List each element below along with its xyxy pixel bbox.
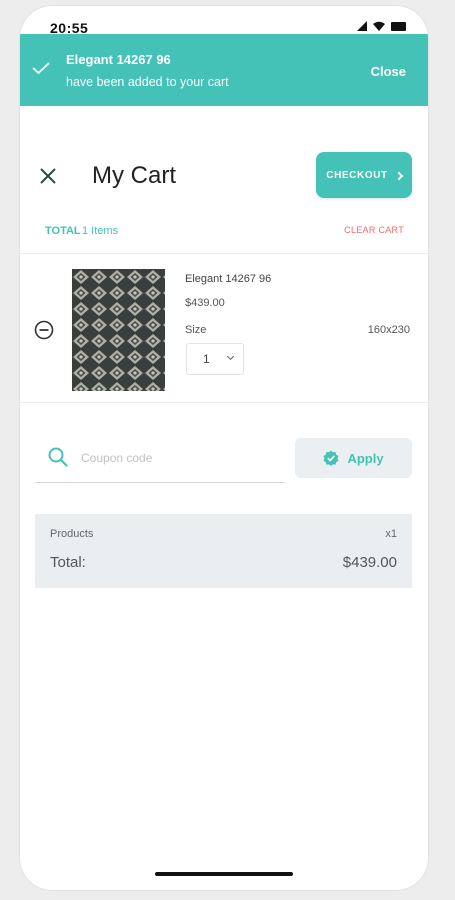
apply-label: Apply (347, 450, 384, 466)
search-icon (48, 447, 68, 467)
added-to-cart-toast: Elegant 14267 96 have been added to your… (20, 34, 428, 106)
verified-badge-icon (323, 450, 339, 466)
quantity-value: 1 (203, 352, 210, 366)
total-label: Total: (50, 554, 86, 571)
chevron-down-icon (226, 352, 235, 361)
status-icons (357, 21, 406, 31)
divider (20, 253, 428, 254)
toast-message: have been added to your cart (66, 75, 229, 89)
battery-icon (391, 21, 406, 31)
order-summary: Products x1 Total: $439.00 (35, 514, 412, 588)
home-indicator[interactable] (155, 872, 293, 876)
remove-item-icon[interactable] (34, 320, 54, 340)
apply-button[interactable]: Apply (295, 438, 412, 478)
toast-close-button[interactable]: Close (371, 64, 406, 79)
divider (20, 402, 428, 403)
coupon-field (35, 438, 285, 483)
quantity-select[interactable]: 1 (186, 343, 244, 375)
toast-title: Elegant 14267 96 (66, 52, 171, 67)
size-value: 160x230 (367, 324, 410, 336)
chevron-right-icon (394, 171, 403, 180)
size-label: Size (185, 324, 207, 336)
coupon-input[interactable] (81, 447, 276, 469)
products-count: x1 (385, 528, 397, 540)
close-icon[interactable] (38, 166, 58, 186)
total-label: TOTAL (45, 225, 81, 237)
phone-screen: 20:55 Elegant 14267 96 have been added t… (20, 6, 428, 890)
checkout-button[interactable]: CHECKOUT (316, 152, 412, 198)
checkout-label: CHECKOUT (326, 169, 388, 181)
products-label: Products (50, 528, 94, 540)
signal-icon (357, 21, 367, 31)
product-image[interactable] (72, 269, 165, 391)
total-value: $439.00 (342, 554, 397, 571)
checkmark-icon (32, 62, 50, 74)
item-price: $439.00 (185, 297, 225, 309)
page-title: My Cart (92, 162, 176, 189)
item-name: Elegant 14267 96 (185, 273, 272, 285)
items-count: 1 Items (82, 225, 119, 237)
clear-cart-button[interactable]: CLEAR CART (344, 225, 404, 235)
wifi-icon (373, 21, 385, 31)
